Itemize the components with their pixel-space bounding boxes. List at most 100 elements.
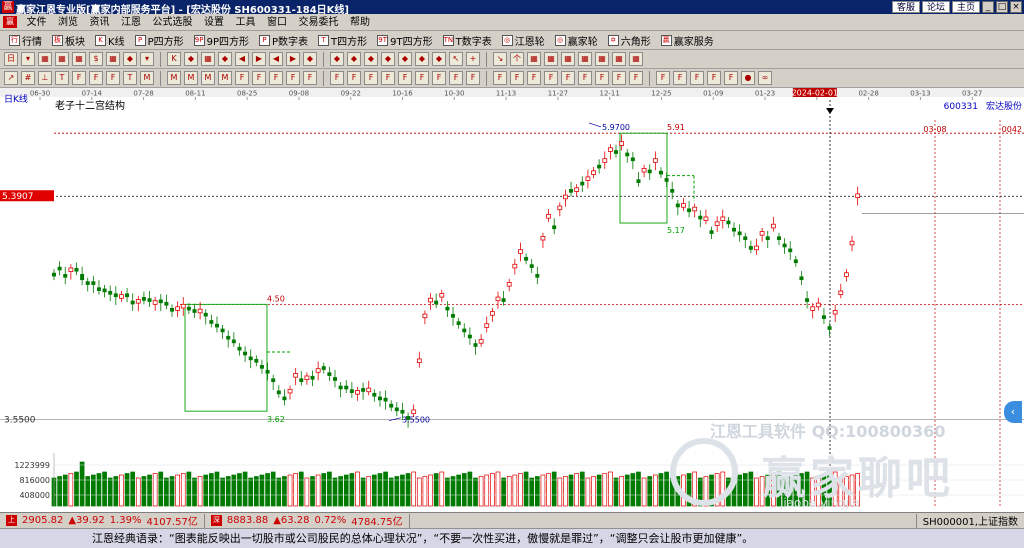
menu-window[interactable]: 窗口 — [263, 14, 291, 31]
analysis-tool-icon[interactable]: F — [330, 71, 344, 85]
toolbar-button-2[interactable]: K K线 — [90, 32, 130, 49]
drawing-tool-icon[interactable]: K — [167, 52, 181, 66]
drawing-tool-icon[interactable]: 个 — [510, 52, 524, 66]
toolbar-button-4[interactable]: 9P 9P四方形 — [189, 32, 254, 49]
toolbar-button-1[interactable]: 板板块 — [47, 32, 90, 49]
analysis-tool-icon[interactable]: F — [466, 71, 480, 85]
drawing-tool-icon[interactable]: $ — [89, 52, 103, 66]
chart-canvas[interactable]: 06-30 07-14 07-28 08-11 08-25 09-08 09-22 10-16… — [0, 88, 1024, 512]
analysis-tool-icon[interactable]: F — [561, 71, 575, 85]
drawing-tool-icon[interactable]: ▾ — [140, 52, 154, 66]
drawing-tool-icon[interactable]: ▶ — [286, 52, 300, 66]
analysis-tool-icon[interactable]: ● — [741, 71, 755, 85]
drawing-tool-icon[interactable]: ◆ — [123, 52, 137, 66]
analysis-tool-icon[interactable]: ⊥ — [38, 71, 52, 85]
drawing-tool-icon[interactable]: ▦ — [72, 52, 86, 66]
forum-link[interactable]: 论坛 — [921, 1, 950, 13]
menu-trade[interactable]: 交易委托 — [295, 14, 343, 31]
analysis-tool-icon[interactable]: F — [629, 71, 643, 85]
analysis-tool-icon[interactable]: M — [218, 71, 232, 85]
analysis-tool-icon[interactable]: T — [55, 71, 69, 85]
minimize-button[interactable]: _ — [982, 1, 994, 13]
analysis-tool-icon[interactable]: F — [527, 71, 541, 85]
analysis-tool-icon[interactable]: F — [690, 71, 704, 85]
analysis-tool-icon[interactable]: M — [140, 71, 154, 85]
drawing-tool-icon[interactable]: ▦ — [38, 52, 52, 66]
analysis-tool-icon[interactable]: F — [398, 71, 412, 85]
analysis-tool-icon[interactable]: F — [381, 71, 395, 85]
toolbar-button-6[interactable]: T T四方形 — [313, 32, 372, 49]
drawing-tool-icon[interactable]: ↘ — [493, 52, 507, 66]
drawing-tool-icon[interactable]: 日 — [4, 52, 18, 66]
side-panel-toggle-button[interactable]: ‹ — [1004, 401, 1022, 423]
drawing-tool-icon[interactable]: ▦ — [629, 52, 643, 66]
analysis-tool-icon[interactable]: F — [595, 71, 609, 85]
analysis-tool-icon[interactable]: T — [123, 71, 137, 85]
menu-tools[interactable]: 工具 — [232, 14, 260, 31]
service-link[interactable]: 客服 — [891, 1, 920, 13]
toolbar-button-11[interactable]: ✡ 六角形 — [603, 32, 656, 49]
analysis-tool-icon[interactable]: F — [347, 71, 361, 85]
drawing-tool-icon[interactable]: ▦ — [55, 52, 69, 66]
sh-index-quote[interactable]: 上 2905.82 ▲39.92 1.39% 4107.57亿 — [0, 513, 205, 528]
drawing-tool-icon[interactable]: ▦ — [544, 52, 558, 66]
drawing-tool-icon[interactable]: + — [466, 52, 480, 66]
analysis-tool-icon[interactable]: F — [432, 71, 446, 85]
drawing-tool-icon[interactable]: ▶ — [252, 52, 266, 66]
drawing-tool-icon[interactable]: ▦ — [527, 52, 541, 66]
drawing-tool-icon[interactable]: ◆ — [303, 52, 317, 66]
menu-settings[interactable]: 设置 — [200, 14, 228, 31]
drawing-tool-icon[interactable]: ▦ — [578, 52, 592, 66]
kline-chart[interactable]: 06-30 07-14 07-28 08-11 08-25 09-08 09-22 10-16… — [0, 88, 1024, 512]
close-button[interactable]: × — [1010, 1, 1022, 13]
analysis-tool-icon[interactable]: F — [612, 71, 626, 85]
drawing-tool-icon[interactable]: ◆ — [218, 52, 232, 66]
analysis-tool-icon[interactable]: F — [235, 71, 249, 85]
analysis-tool-icon[interactable]: ↗ — [4, 71, 18, 85]
drawing-tool-icon[interactable]: ▦ — [201, 52, 215, 66]
drawing-tool-icon[interactable]: ◆ — [432, 52, 446, 66]
analysis-tool-icon[interactable]: F — [493, 71, 507, 85]
drawing-tool-icon[interactable]: ▦ — [612, 52, 626, 66]
analysis-tool-icon[interactable]: M — [167, 71, 181, 85]
menu-file[interactable]: 文件 — [23, 14, 51, 31]
analysis-tool-icon[interactable]: F — [106, 71, 120, 85]
drawing-tool-icon[interactable]: ◆ — [347, 52, 361, 66]
analysis-tool-icon[interactable]: F — [578, 71, 592, 85]
drawing-tool-icon[interactable]: ◆ — [381, 52, 395, 66]
analysis-tool-icon[interactable]: F — [724, 71, 738, 85]
menu-help[interactable]: 帮助 — [346, 14, 374, 31]
analysis-tool-icon[interactable]: F — [303, 71, 317, 85]
toolbar-button-10[interactable]: ◎ 赢家轮 — [550, 32, 603, 49]
analysis-tool-icon[interactable]: F — [673, 71, 687, 85]
drawing-tool-icon[interactable]: ▦ — [561, 52, 575, 66]
analysis-tool-icon[interactable]: F — [269, 71, 283, 85]
toolbar-button-9[interactable]: ◎ 江恩轮 — [497, 32, 550, 49]
analysis-tool-icon[interactable]: F — [252, 71, 266, 85]
analysis-tool-icon[interactable]: M — [184, 71, 198, 85]
drawing-tool-icon[interactable]: ◆ — [364, 52, 378, 66]
drawing-tool-icon[interactable]: ◆ — [330, 52, 344, 66]
drawing-tool-icon[interactable]: ◀ — [269, 52, 283, 66]
analysis-tool-icon[interactable]: F — [286, 71, 300, 85]
analysis-tool-icon[interactable]: F — [449, 71, 463, 85]
toolbar-button-5[interactable]: P P数字表 — [254, 32, 313, 49]
drawing-tool-icon[interactable]: ▦ — [106, 52, 120, 66]
drawing-tool-icon[interactable]: ▦ — [595, 52, 609, 66]
drawing-tool-icon[interactable]: ◆ — [184, 52, 198, 66]
analysis-tool-icon[interactable]: F — [510, 71, 524, 85]
toolbar-button-7[interactable]: 9T 9T四方形 — [372, 32, 437, 49]
analysis-tool-icon[interactable]: F — [415, 71, 429, 85]
analysis-tool-icon[interactable]: # — [21, 71, 35, 85]
analysis-tool-icon[interactable]: F — [364, 71, 378, 85]
homepage-link[interactable]: 主页 — [951, 1, 980, 13]
analysis-tool-icon[interactable]: F — [544, 71, 558, 85]
analysis-tool-icon[interactable]: F — [89, 71, 103, 85]
menu-news[interactable]: 资讯 — [86, 14, 114, 31]
analysis-tool-icon[interactable]: F — [656, 71, 670, 85]
toolbar-button-8[interactable]: TN T数字表 — [438, 32, 497, 49]
analysis-tool-icon[interactable]: F — [72, 71, 86, 85]
analysis-tool-icon[interactable]: F — [707, 71, 721, 85]
menu-browse[interactable]: 浏览 — [54, 14, 82, 31]
maximize-button[interactable]: □ — [996, 1, 1008, 13]
